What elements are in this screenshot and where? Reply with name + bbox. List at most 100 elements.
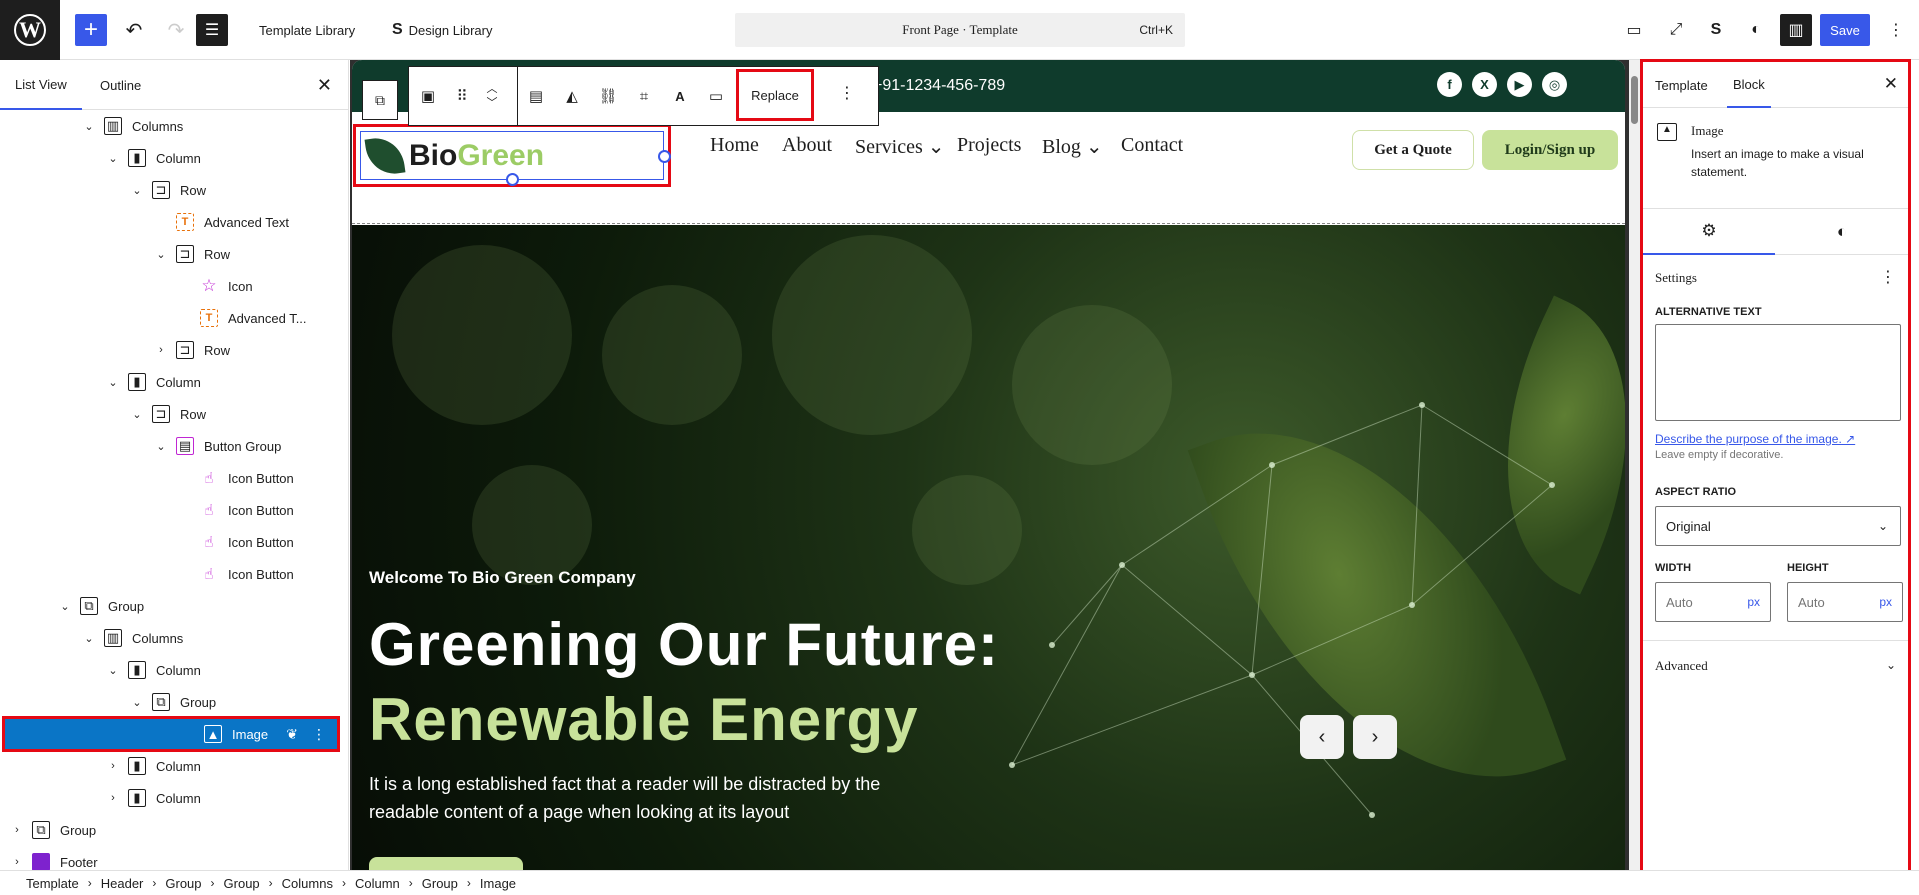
caption-icon[interactable]: ▭: [698, 87, 734, 105]
item-options-icon[interactable]: ⋮: [312, 726, 326, 743]
login-signup-button[interactable]: Login/Sign up: [1482, 130, 1618, 170]
settings-gear-icon[interactable]: ⚙: [1643, 209, 1775, 255]
replace-button[interactable]: Replace: [736, 69, 814, 121]
tab-block[interactable]: Block: [1727, 62, 1771, 108]
chevron-down-icon[interactable]: ⌄: [154, 248, 168, 261]
breadcrumb-item[interactable]: Group: [165, 876, 201, 891]
align-icon[interactable]: ▤: [518, 87, 554, 105]
tree-item[interactable]: ☝ Icon Button: [0, 558, 348, 590]
add-block-button[interactable]: +: [75, 14, 107, 46]
chevron-right-icon[interactable]: ›: [154, 344, 168, 356]
chevron-right-icon[interactable]: ›: [10, 824, 24, 836]
text-overlay-icon[interactable]: A: [662, 89, 698, 104]
tab-list-view[interactable]: List View: [0, 60, 82, 110]
design-library-button[interactable]: S Design Library: [392, 14, 493, 46]
duotone-icon[interactable]: ◭: [554, 87, 590, 105]
canvas-scrollbar[interactable]: [1629, 60, 1641, 870]
breadcrumb-item[interactable]: Column: [355, 876, 400, 891]
tab-template[interactable]: Template: [1655, 62, 1708, 108]
tree-item[interactable]: ▲ Image ❦ ⋮: [2, 716, 340, 752]
tree-item[interactable]: ⌄ ⊐ Row: [0, 174, 348, 206]
tree-item[interactable]: ⌄ ▤ Button Group: [0, 430, 348, 462]
nav-about[interactable]: About: [782, 134, 832, 157]
chevron-down-icon[interactable]: ⌄: [82, 632, 96, 645]
tree-item[interactable]: ⌄ ▥ Columns: [0, 622, 348, 654]
chevron-right-icon[interactable]: ›: [10, 856, 24, 868]
aspect-ratio-select[interactable]: Original ⌄: [1655, 506, 1901, 546]
fullscreen-icon[interactable]: ⤢: [1660, 14, 1692, 46]
tree-item[interactable]: › ⧉ Group: [0, 814, 348, 846]
resize-handle-bottom[interactable]: [506, 173, 519, 186]
tree-item[interactable]: › ⊐ Row: [0, 334, 348, 366]
instagram-icon[interactable]: ◎: [1542, 72, 1567, 97]
styles-contrast-icon[interactable]: ◐: [1740, 14, 1772, 46]
selected-image-block[interactable]: Bio Green: [353, 124, 671, 187]
chevron-down-icon[interactable]: ⌄: [106, 376, 120, 389]
image-block-icon[interactable]: ▣: [409, 87, 447, 105]
command-palette-button[interactable]: Front Page · Template Ctrl+K: [735, 13, 1185, 47]
tree-item[interactable]: ☝ Icon Button: [0, 526, 348, 558]
tree-item[interactable]: › Footer: [0, 846, 348, 870]
save-button[interactable]: Save: [1820, 14, 1870, 46]
tab-outline[interactable]: Outline: [100, 60, 141, 110]
slider-prev-button[interactable]: ‹: [1300, 715, 1344, 759]
chevron-down-icon[interactable]: ⌄: [58, 600, 72, 613]
list-view-toggle-icon[interactable]: ☰: [196, 14, 228, 46]
undo-icon[interactable]: ↶: [118, 14, 150, 46]
breadcrumb-item[interactable]: Group: [224, 876, 260, 891]
settings-more-icon[interactable]: ⋮: [1880, 267, 1896, 287]
nav-home[interactable]: Home: [710, 134, 759, 157]
tree-item[interactable]: ☝ Icon Button: [0, 494, 348, 526]
height-unit[interactable]: px: [1879, 595, 1892, 609]
resize-handle-right[interactable]: [658, 150, 671, 163]
chevron-down-icon[interactable]: ⌄: [130, 408, 144, 421]
tree-item[interactable]: ⌄ ▥ Columns: [0, 110, 348, 142]
breadcrumb-item[interactable]: Template: [26, 876, 79, 891]
chevron-right-icon[interactable]: ›: [106, 760, 120, 772]
tree-item[interactable]: ☆ Icon: [0, 270, 348, 302]
nav-contact[interactable]: Contact: [1121, 134, 1183, 157]
tree-item[interactable]: ⌄ ⊐ Row: [0, 398, 348, 430]
move-up-down-icon[interactable]: ︿ ﹀: [477, 82, 507, 110]
height-input[interactable]: Auto px: [1787, 582, 1903, 622]
chevron-down-icon[interactable]: ⌄: [106, 664, 120, 677]
tree-item[interactable]: ⌄ ▮ Column: [0, 654, 348, 686]
tree-item[interactable]: T Advanced T...: [0, 302, 348, 334]
drag-handle-icon[interactable]: ⠿: [447, 87, 477, 105]
tree-item[interactable]: ⌄ ▮ Column: [0, 366, 348, 398]
tree-item[interactable]: ⌄ ⊐ Row: [0, 238, 348, 270]
breadcrumb-item[interactable]: Group: [422, 876, 458, 891]
breadcrumb-item[interactable]: Image: [480, 876, 516, 891]
x-twitter-icon[interactable]: X: [1472, 72, 1497, 97]
tree-item[interactable]: › ▮ Column: [0, 782, 348, 814]
desktop-preview-icon[interactable]: ▭: [1618, 14, 1650, 46]
describe-purpose-link[interactable]: Describe the purpose of the image. ↗: [1655, 432, 1855, 446]
youtube-icon[interactable]: ▶: [1507, 72, 1532, 97]
site-logo[interactable]: Bio Green: [360, 131, 671, 186]
settings-sidebar-icon[interactable]: ▥: [1780, 14, 1812, 46]
slider-next-button[interactable]: ›: [1353, 715, 1397, 759]
facebook-icon[interactable]: f: [1437, 72, 1462, 97]
alt-text-field[interactable]: [1655, 324, 1901, 421]
breadcrumb-item[interactable]: Header: [101, 876, 144, 891]
options-more-icon[interactable]: ⋮: [1880, 14, 1912, 46]
tree-item[interactable]: ⌄ ▮ Column: [0, 142, 348, 174]
tree-item[interactable]: ☝ Icon Button: [0, 462, 348, 494]
close-icon[interactable]: ✕: [1884, 74, 1898, 94]
tree-item[interactable]: T Advanced Text: [0, 206, 348, 238]
get-quote-button[interactable]: Get a Quote: [1352, 130, 1474, 170]
styles-contrast-icon[interactable]: ◐: [1776, 209, 1908, 255]
stackable-icon[interactable]: S: [1700, 14, 1732, 46]
nav-blog[interactable]: Blog ⌄: [1042, 134, 1103, 159]
chevron-right-icon[interactable]: ›: [106, 792, 120, 804]
hero-cta-button[interactable]: [369, 857, 523, 870]
chevron-down-icon[interactable]: ⌄: [130, 696, 144, 709]
tree-item[interactable]: ⌄ ⧉ Group: [0, 590, 348, 622]
breadcrumb-item[interactable]: Columns: [282, 876, 333, 891]
nav-services[interactable]: Services ⌄: [855, 134, 945, 159]
nav-projects[interactable]: Projects: [957, 134, 1021, 157]
chevron-down-icon[interactable]: ⌄: [130, 184, 144, 197]
crop-icon[interactable]: ⌗: [626, 88, 662, 105]
width-unit[interactable]: px: [1747, 595, 1760, 609]
more-options-icon[interactable]: ⋮: [827, 83, 867, 103]
